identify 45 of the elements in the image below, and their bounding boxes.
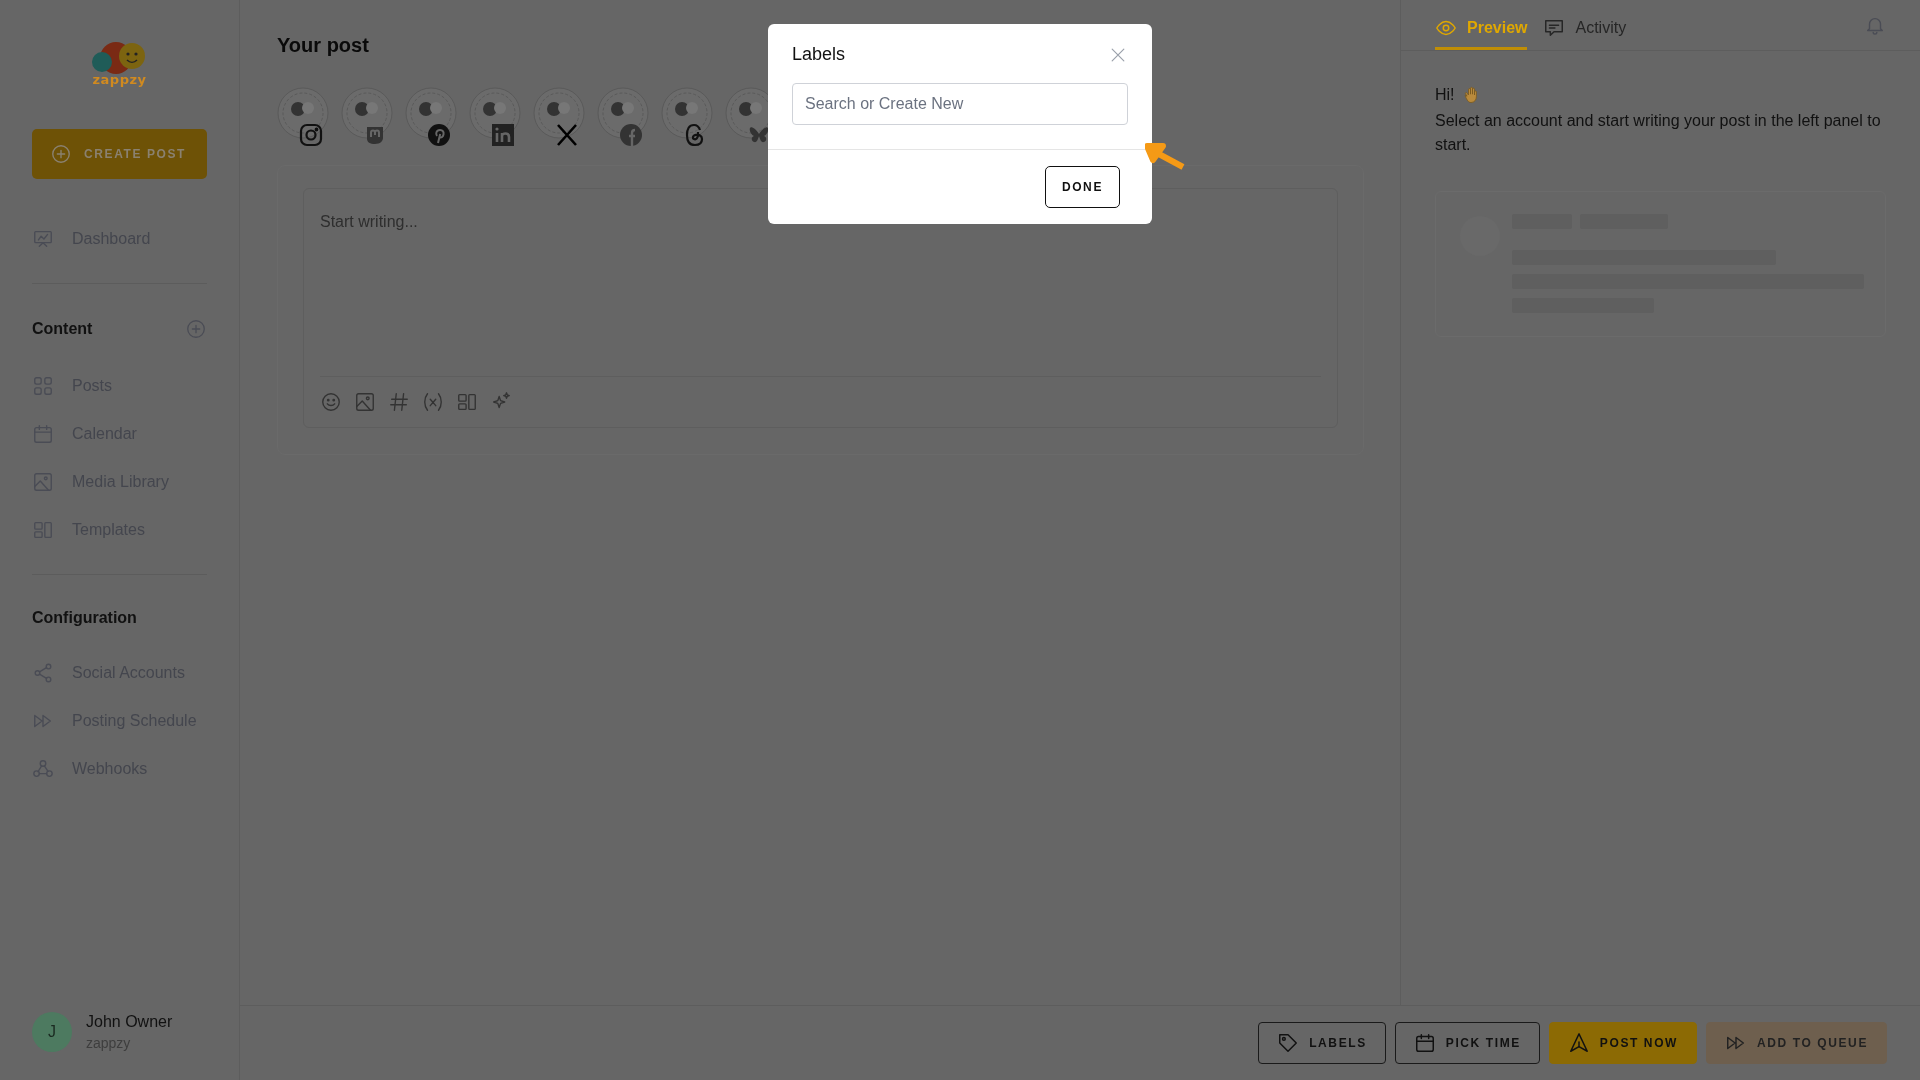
image-icon [354,390,376,413]
section-title: Your post [277,34,369,57]
action-button[interactable]: LABELS [1258,1022,1386,1064]
variable-icon [422,390,444,413]
action-button[interactable]: POST NOW [1548,1022,1697,1064]
f-logo-icon [619,123,643,147]
section-heading: Configuration [32,609,137,627]
webhook-icon [32,758,54,780]
toolbar-button[interactable] [320,390,342,413]
image-icon [32,471,54,493]
camera-icon [299,123,323,147]
pointer-arrow [1145,142,1185,170]
action-button[interactable]: ADD TO QUEUE [1706,1022,1887,1064]
chat-bubble-icon [1543,17,1566,39]
calendar-icon [1413,1032,1436,1054]
grid-icon [32,375,54,397]
user-name: John Owner [86,1013,173,1031]
section-heading: Content [32,320,93,338]
in-logo-icon [491,123,515,147]
create-post-button[interactable]: CREATE POST [32,129,207,179]
app-logo: zappzy [87,38,152,87]
done-button[interactable]: DONE [1044,166,1120,208]
x-logo-icon [555,123,579,147]
tab[interactable]: Preview [1435,17,1528,50]
preview-message: Select an account and start writing your post in the left panel to start. [1435,111,1882,155]
toolbar-button[interactable] [422,390,444,413]
emoji-icon [320,390,342,413]
pin-logo-icon [427,123,451,147]
share-icon [32,662,54,684]
chart-board-icon [32,228,54,250]
action-button[interactable]: PICK TIME [1394,1022,1540,1064]
label-search-field[interactable]: Search or Create New [792,83,1128,125]
hashtag-icon [388,390,410,413]
toolbar-button[interactable] [388,390,410,413]
tab[interactable]: Activity [1543,17,1627,50]
greeting-text: Hi! [1435,86,1455,104]
toolbar-button[interactable] [354,390,376,413]
calendar-icon [32,423,54,445]
tag-icon [1277,1032,1300,1054]
layout-icon [32,519,54,541]
dialog-title: Labels [792,44,846,65]
add-button[interactable] [185,318,207,340]
user-avatar: J [32,1012,72,1052]
plus-circle-icon [50,143,72,165]
plus-circle-icon [185,318,207,340]
